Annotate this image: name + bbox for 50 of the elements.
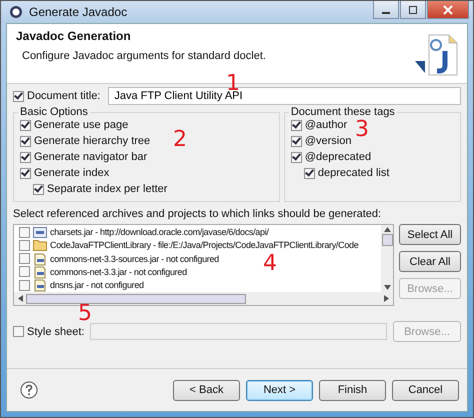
links-label: Select referenced archives and projects to which links should be generated:: [13, 208, 382, 220]
jar-icon: [33, 252, 47, 266]
option-checkbox[interactable]: Generate navigator bar: [20, 151, 273, 163]
wizard-button[interactable]: Next >: [246, 380, 313, 400]
archive-item[interactable]: dnsns.jar - not configured: [19, 278, 144, 292]
archive-list[interactable]: [13, 224, 394, 306]
folder-icon: [33, 239, 47, 252]
window-title: Generate Javadoc: [29, 5, 128, 19]
document-title-checkbox[interactable]: Document title:: [13, 90, 100, 102]
option-checkbox[interactable]: Generate index: [20, 167, 273, 179]
page-description: Configure Javadoc arguments for standard doclet.: [22, 50, 266, 62]
annotation-number: 4: [263, 253, 277, 275]
page-title: Javadoc Generation: [16, 29, 132, 43]
close-icon: [443, 4, 453, 14]
tag-checkbox[interactable]: @deprecated: [290, 151, 454, 163]
list-button[interactable]: Select All: [399, 224, 461, 245]
maximize-icon: [408, 4, 418, 14]
scroll-thumb[interactable]: [382, 234, 392, 246]
scroll-left-icon[interactable]: [18, 295, 23, 302]
archive-item[interactable]: CodeJavaFTPClientLibrary - file:/E:/Java/Projects/CodeJavaFTPClientLibrary/Code: [19, 238, 358, 252]
help-icon[interactable]: [20, 381, 38, 399]
wizard-button[interactable]: Finish: [319, 380, 386, 400]
scroll-right-icon[interactable]: [384, 295, 389, 302]
horizontal-scrollbar[interactable]: [14, 292, 393, 305]
wizard-button[interactable]: Cancel: [392, 380, 459, 400]
tag-checkbox[interactable]: deprecated list: [304, 167, 454, 179]
eclipse-icon: [9, 5, 23, 19]
annotation-number: 5: [78, 303, 92, 325]
vertical-scrollbar[interactable]: [381, 225, 393, 292]
scroll-up-icon[interactable]: [384, 227, 390, 232]
minimize-icon: [382, 12, 390, 14]
jar-icon: [33, 264, 47, 279]
list-button[interactable]: Clear All: [399, 251, 461, 272]
minimize-button[interactable]: [373, 1, 399, 19]
maximize-button[interactable]: [400, 1, 426, 19]
scroll-thumb[interactable]: [26, 294, 246, 304]
option-checkbox[interactable]: Generate use page: [20, 119, 273, 131]
option-checkbox[interactable]: Separate index per letter: [33, 183, 273, 195]
wizard-button[interactable]: < Back: [173, 380, 240, 400]
close-button[interactable]: [427, 1, 469, 19]
archive-item[interactable]: commons-net-3.3-sources.jar - not configured: [19, 252, 219, 266]
group-title: Basic Options: [19, 106, 89, 118]
jar-icon: [33, 226, 47, 238]
archive-item[interactable]: charsets.jar - http://download.oracle.com/javase/6/docs/api/: [19, 226, 269, 239]
annotation-number: 2: [173, 129, 187, 151]
scroll-down-icon[interactable]: [384, 285, 390, 290]
style-sheet-checkbox[interactable]: Style sheet:: [13, 326, 84, 338]
archive-item[interactable]: commons-net-3.3.jar - not configured: [19, 265, 187, 279]
jar-icon: [33, 278, 47, 292]
group-title: Document these tags: [290, 106, 396, 118]
